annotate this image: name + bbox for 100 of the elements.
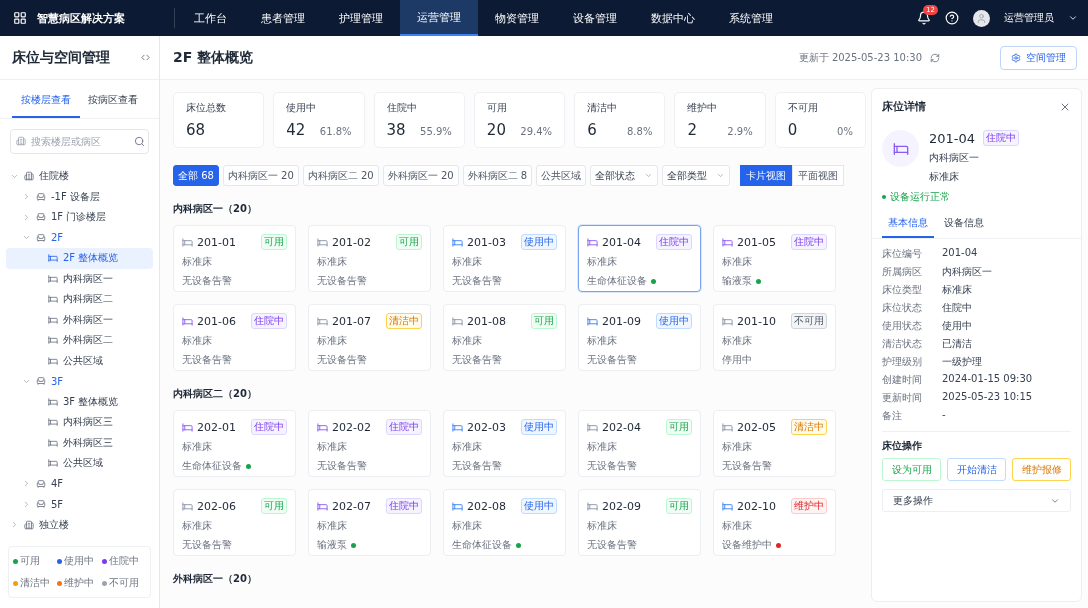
nav-tab[interactable]: 系统管理 xyxy=(712,0,790,36)
tree-item[interactable]: 外科病区二 xyxy=(6,330,153,351)
status-badge: 使用中 xyxy=(521,419,557,435)
view-tab[interactable]: 按病区查看 xyxy=(79,88,147,118)
bed-card[interactable]: 202-08 使用中 标准床 生命体征设备 xyxy=(443,489,566,556)
bed-card[interactable]: 201-03 使用中 标准床 无设备告警 xyxy=(443,225,566,292)
bed-number: 201-01 xyxy=(197,235,236,249)
bed-card[interactable]: 202-07 住院中 标准床 输液泵 xyxy=(308,489,431,556)
bed-card[interactable]: 202-01 住院中 标准床 生命体征设备 xyxy=(173,410,296,477)
view-toggle[interactable]: 卡片视图 xyxy=(740,165,793,186)
action-button[interactable]: 开始清洁 xyxy=(947,458,1006,481)
bed-card[interactable]: 201-04 住院中 标准床 生命体征设备 xyxy=(578,225,701,292)
filter-chip[interactable]: 内科病区一 20 xyxy=(222,165,299,186)
tree-item[interactable]: -1F 设备层 xyxy=(6,186,153,207)
bed-type: 标准床 xyxy=(452,519,483,533)
field-value: - xyxy=(942,409,947,422)
tree-item[interactable]: 2F 整体概览 xyxy=(6,248,153,269)
bed-type: 标准床 xyxy=(722,440,753,454)
filter-dropdown[interactable]: 全部类型 xyxy=(662,165,731,186)
nav-tab[interactable]: 患者管理 xyxy=(244,0,322,36)
apps-icon[interactable] xyxy=(13,11,27,25)
tree-item[interactable]: 外科病区一 xyxy=(6,309,153,330)
filter-chip[interactable]: 外科病区一 20 xyxy=(382,165,459,186)
caret-icon[interactable] xyxy=(1068,13,1078,23)
refresh-icon[interactable] xyxy=(930,52,940,63)
nav-tab[interactable]: 运营管理 xyxy=(400,0,478,36)
tree-item[interactable]: 1F 门诊楼层 xyxy=(6,207,153,228)
user-name[interactable]: 运营管理员 xyxy=(1004,11,1054,25)
search-field[interactable]: 搜索楼层或病区 xyxy=(10,129,149,154)
tree-item[interactable]: 5F xyxy=(6,494,153,515)
filter-dropdown[interactable]: 全部状态 xyxy=(590,165,659,186)
bed-card[interactable]: 202-02 住院中 标准床 无设备告警 xyxy=(308,410,431,477)
bed-card[interactable]: 201-02 可用 标准床 无设备告警 xyxy=(308,225,431,292)
legend-label: 可用 xyxy=(20,554,40,568)
tree-item[interactable]: 内科病区三 xyxy=(6,412,153,433)
bed-card[interactable]: 201-01 可用 标准床 无设备告警 xyxy=(173,225,296,292)
stat-value: 42 xyxy=(286,121,306,139)
tree-item[interactable]: 3F xyxy=(6,371,153,392)
nav-tab[interactable]: 护理管理 xyxy=(322,0,400,36)
filter-chip[interactable]: 外科病区二 8 xyxy=(462,165,533,186)
filter-chip[interactable]: 全部 68 xyxy=(173,165,219,186)
bed-icon xyxy=(452,236,463,248)
tree-item[interactable]: 4F xyxy=(6,473,153,494)
nav-tab[interactable]: 物资管理 xyxy=(478,0,556,36)
nav-tab[interactable]: 设备管理 xyxy=(556,0,634,36)
bed-card[interactable]: 202-10 维护中 标准床 设备维护中 xyxy=(713,489,836,556)
filter-chip[interactable]: 内科病区二 20 xyxy=(302,165,379,186)
tree-item[interactable]: 独立楼 xyxy=(6,514,153,535)
bed-type: 标准床 xyxy=(722,334,753,348)
stat-value: 6 xyxy=(587,121,597,139)
tree-item[interactable]: 公共区域 xyxy=(6,453,153,474)
bed-card[interactable]: 201-07 清洁中 标准床 无设备告警 xyxy=(308,304,431,371)
bed-card[interactable]: 202-05 清洁中 标准床 无设备告警 xyxy=(713,410,836,477)
bed-number: 201-07 xyxy=(332,314,371,328)
detail-tab[interactable]: 设备信息 xyxy=(938,210,990,238)
bell-icon[interactable] xyxy=(917,11,931,25)
action-button[interactable]: 设为可用 xyxy=(882,458,941,481)
tree-item[interactable]: 3F 整体概览 xyxy=(6,391,153,412)
bed-card[interactable]: 202-06 可用 标准床 无设备告警 xyxy=(173,489,296,556)
bed-card[interactable]: 202-03 使用中 标准床 无设备告警 xyxy=(443,410,566,477)
detail-tab[interactable]: 基本信息 xyxy=(882,210,934,238)
search-icon[interactable] xyxy=(134,136,145,147)
filter-chip[interactable]: 公共区域 xyxy=(536,165,587,186)
bed-card[interactable]: 201-05 住院中 标准床 输液泵 xyxy=(713,225,836,292)
tree-item[interactable]: 内科病区二 xyxy=(6,289,153,310)
tree-item[interactable]: 内科病区一 xyxy=(6,268,153,289)
bed-card[interactable]: 201-09 使用中 标准床 无设备告警 xyxy=(578,304,701,371)
bed-card[interactable]: 202-09 可用 标准床 无设备告警 xyxy=(578,489,701,556)
bed-card[interactable]: 201-10 不可用 标准床 停用中 xyxy=(713,304,836,371)
nav-tab[interactable]: 数据中心 xyxy=(634,0,712,36)
tree-item[interactable]: 住院楼 xyxy=(6,166,153,187)
more-actions-dropdown[interactable]: 更多操作 xyxy=(882,489,1071,512)
view-toggle[interactable]: 平面视图 xyxy=(792,165,845,186)
bed-icon xyxy=(48,294,58,305)
bed-card[interactable]: 201-06 住院中 标准床 无设备告警 xyxy=(173,304,296,371)
bed-icon xyxy=(452,315,463,327)
bed-card[interactable]: 201-08 可用 标准床 无设备告警 xyxy=(443,304,566,371)
stat-value: 20 xyxy=(486,121,506,139)
field-value: 一级护理 xyxy=(942,355,983,369)
bed-type: 标准床 xyxy=(587,440,618,454)
bed-card[interactable]: 202-04 可用 标准床 无设备告警 xyxy=(578,410,701,477)
app-name: 智慧病区解决方案 xyxy=(37,10,125,26)
tree-item[interactable]: 外科病区三 xyxy=(6,432,153,453)
field-label: 护理级别 xyxy=(882,355,923,369)
device-status: 生命体征设备 xyxy=(182,459,242,473)
bed-type: 标准床 xyxy=(722,255,753,269)
avatar[interactable] xyxy=(973,9,990,27)
bed-icon xyxy=(722,315,733,327)
bed-icon xyxy=(317,500,328,512)
stat-value: 68 xyxy=(186,121,206,139)
space-manage-button[interactable]: 空间管理 xyxy=(1000,45,1077,70)
help-icon[interactable] xyxy=(945,11,959,25)
tree-item[interactable]: 公共区域 xyxy=(6,350,153,371)
view-tab[interactable]: 按楼层查看 xyxy=(12,88,80,118)
stat-value: 38 xyxy=(386,121,406,139)
nav-tab[interactable]: 工作台 xyxy=(177,0,244,36)
page-title: 2F 整体概览 xyxy=(173,48,254,67)
tree-item[interactable]: 2F xyxy=(6,227,153,248)
field-label: 所属病区 xyxy=(882,265,923,279)
stat-label: 床位总数 xyxy=(186,101,227,115)
